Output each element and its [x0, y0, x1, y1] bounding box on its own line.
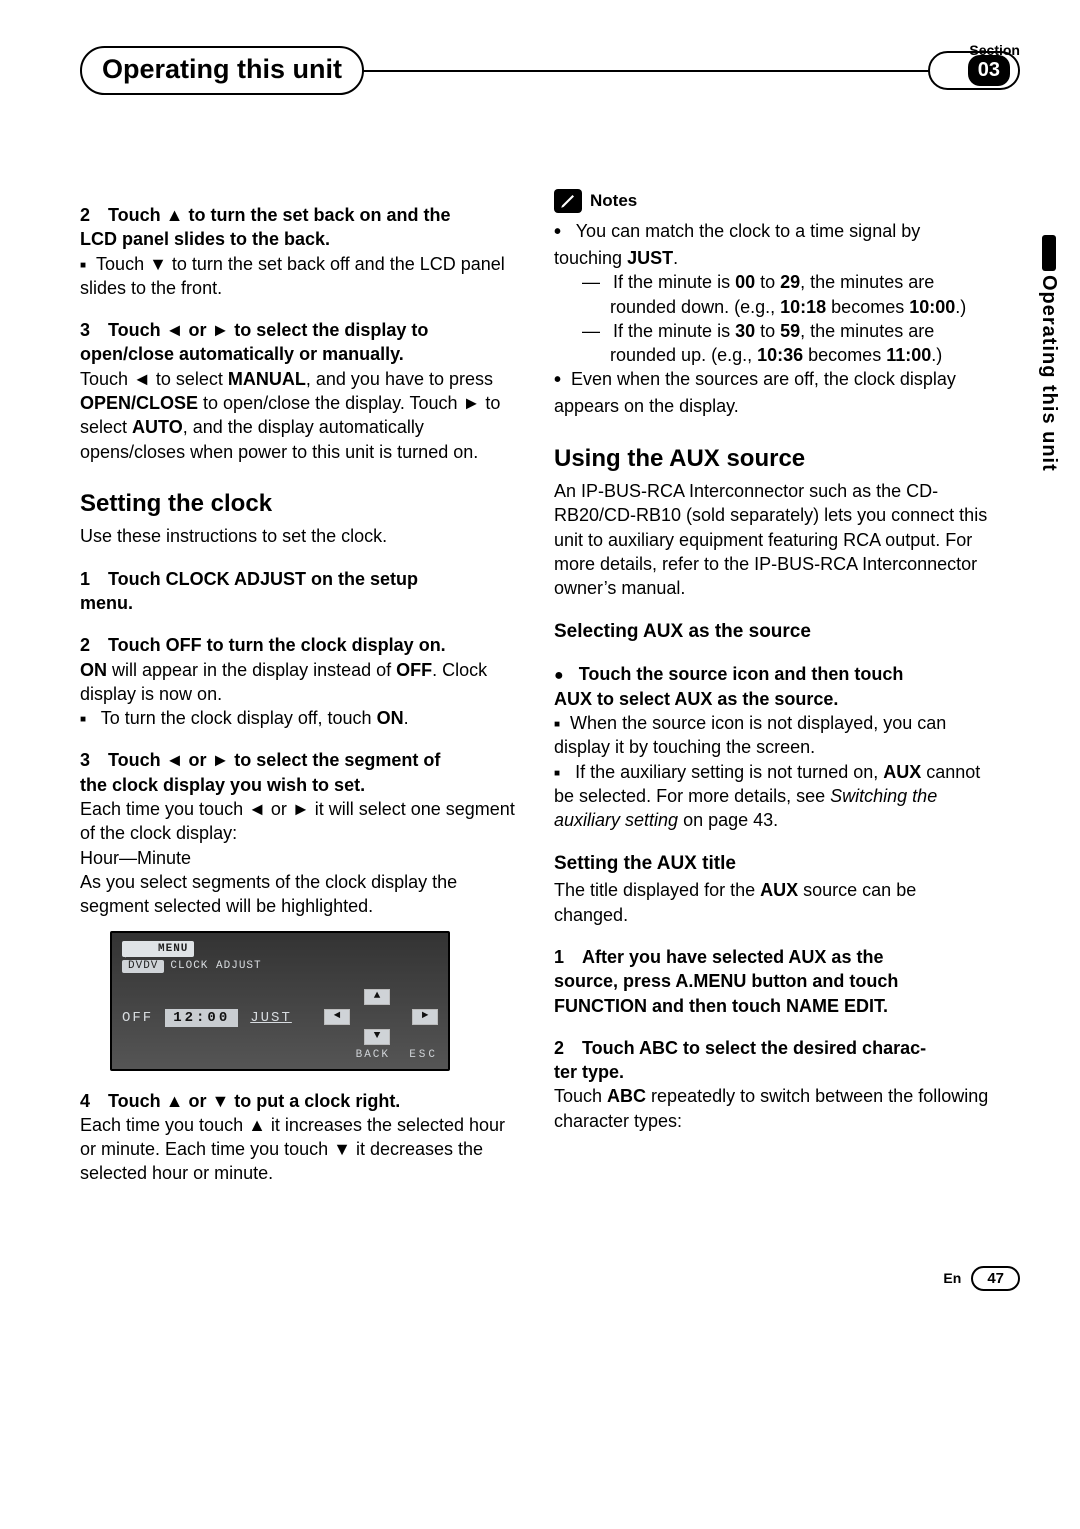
clock-step-1-heading: 1 Touch CLOCK ADJUST on the setup menu. — [80, 567, 518, 616]
ss-time-value[interactable]: 12:00 — [165, 1009, 238, 1028]
aux-intro: An IP-BUS-RCA Interconnector such as the… — [554, 479, 992, 600]
page-number: 47 — [971, 1266, 1020, 1291]
ss-breadcrumb: DVDV CLOCK ADJUST — [122, 959, 262, 974]
clock-step-4-body: Each time you touch ▲ it increases the s… — [80, 1113, 518, 1186]
aux-title-step-2: 2 Touch ABC to select the desired charac… — [554, 1036, 992, 1085]
ss-menu-label: MENU — [122, 941, 194, 958]
step-3-body: Touch ◄ to select MANUAL, and you have t… — [80, 367, 518, 464]
note-2: Even when the sources are off, the clock… — [554, 367, 992, 418]
ss-off-button[interactable]: OFF — [118, 1009, 157, 1028]
chapter-title-oval: Operating this unit — [80, 46, 364, 95]
clock-step-3-body2: As you select segments of the clock disp… — [80, 870, 518, 919]
footer-lang: En — [943, 1270, 961, 1286]
header-rule — [362, 70, 930, 72]
setting-clock-heading: Setting the clock — [80, 488, 518, 520]
notes-heading: Notes — [554, 189, 992, 213]
left-column: 2 Touch ▲ to turn the set back on and th… — [80, 185, 518, 1186]
chapter-number: 03 — [968, 55, 1010, 86]
pencil-icon — [554, 189, 582, 213]
selecting-aux-b1: When the source icon is not displayed, y… — [554, 711, 992, 760]
aux-heading: Using the AUX source — [554, 443, 992, 475]
chapter-number-oval: 03 — [928, 51, 1020, 90]
clock-step-3-heading: 3 Touch ◄ or ► to select the segment of … — [80, 748, 518, 797]
side-tab-label: Operating this unit — [1037, 275, 1060, 472]
aux-title-step-2-body: Touch ABC repeatedly to switch between t… — [554, 1084, 992, 1133]
step-3-heading-line2: open/close automatically or manually. — [80, 344, 404, 364]
ss-dvdv-label: DVDV — [122, 960, 164, 973]
ss-back-button[interactable]: BACK — [356, 1048, 390, 1063]
right-column: Notes You can match the clock to a time … — [554, 185, 992, 1186]
clock-step-3-body: Each time you touch ◄ or ► it will selec… — [80, 797, 518, 846]
chapter-title: Operating this unit — [102, 54, 342, 85]
selecting-aux-step: Touch the source icon and then touch AUX… — [554, 662, 992, 711]
note-1: You can match the clock to a time signal… — [554, 219, 992, 270]
step-2-heading-line2: LCD panel slides to the back. — [80, 229, 330, 249]
note-1-dash-2: If the minute is 30 to 59, the minutes a… — [578, 319, 992, 368]
aux-title-intro: The title displayed for the AUX source c… — [554, 878, 992, 927]
step-2-heading: 2 Touch ▲ to turn the set back on and th… — [80, 203, 518, 252]
aux-title-heading: Setting the AUX title — [554, 851, 992, 877]
selecting-aux-b2: If the auxiliary setting is not turned o… — [554, 760, 992, 833]
clock-step-2-heading: 2 Touch OFF to turn the clock display on… — [80, 633, 518, 657]
notes-label: Notes — [590, 190, 637, 213]
clock-hour-minute: Hour—Minute — [80, 846, 518, 870]
ss-down-button[interactable]: ▼ — [364, 1029, 390, 1045]
selecting-aux-heading: Selecting AUX as the source — [554, 619, 992, 645]
ss-left-button[interactable]: ◄ — [324, 1009, 350, 1025]
step-3-heading: 3 Touch ◄ or ► to select the display to … — [80, 318, 518, 367]
chapter-header: Operating this unit 03 — [80, 46, 1020, 95]
step-3-heading-line1: 3 Touch ◄ or ► to select the display to — [80, 320, 428, 340]
ss-esc-button[interactable]: ESC — [409, 1048, 438, 1063]
ss-up-button[interactable]: ▲ — [364, 989, 390, 1005]
clock-step-4-heading: 4 Touch ▲ or ▼ to put a clock right. — [80, 1089, 518, 1113]
side-tab: Operating this unit — [1037, 235, 1060, 472]
side-accent-icon — [1042, 235, 1056, 271]
ss-clock-adjust-label: CLOCK ADJUST — [170, 960, 261, 972]
clock-step-2-bullet: To turn the clock display off, touch ON. — [80, 706, 518, 730]
clock-step-2-body: ON will appear in the display instead of… — [80, 658, 518, 707]
clock-adjust-screenshot: MENU DVDV CLOCK ADJUST OFF 12:00 JUST ▲ ▼… — [110, 931, 450, 1071]
step-2-heading-line1: 2 Touch ▲ to turn the set back on and th… — [80, 205, 451, 225]
page-footer: En 47 — [80, 1266, 1020, 1291]
setting-clock-intro: Use these instructions to set the clock. — [80, 524, 518, 548]
ss-just-button[interactable]: JUST — [246, 1009, 296, 1028]
note-1-dash-1: If the minute is 00 to 29, the minutes a… — [578, 270, 992, 319]
step-2-bullet: Touch ▼ to turn the set back off and the… — [80, 252, 518, 301]
ss-right-button[interactable]: ► — [412, 1009, 438, 1025]
aux-title-step-1: 1 After you have selected AUX as the sou… — [554, 945, 992, 1018]
